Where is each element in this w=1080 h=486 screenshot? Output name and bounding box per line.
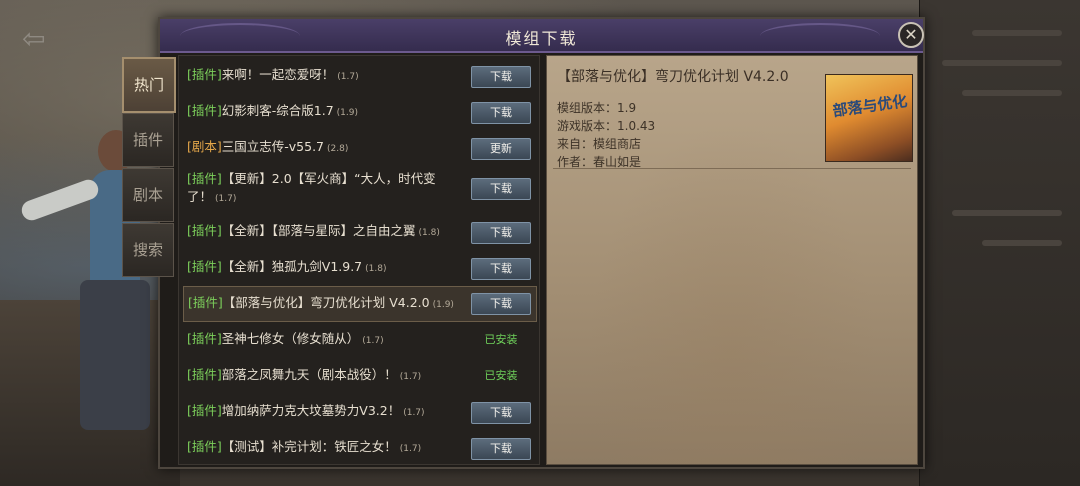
mod-detail-panel: 【部落与优化】弯刀优化计划 V4.2.0 模组版本：1.9 游戏版本：1.0.4… xyxy=(546,55,918,465)
mod-name: 【部落与优化】弯刀优化计划 V4.2.0 xyxy=(222,295,430,310)
mod-version: (2.8) xyxy=(327,144,349,154)
mod-row[interactable]: [插件]【全新】【部落与星际】之自由之翼 (1.8) 下载 xyxy=(183,216,535,250)
detail-divider xyxy=(553,168,911,169)
mod-tag: [插件] xyxy=(187,171,222,186)
download-button[interactable]: 下载 xyxy=(471,438,531,460)
mod-tag: [插件] xyxy=(187,367,222,382)
tab-plugins[interactable]: 插件 xyxy=(122,113,174,167)
download-button[interactable]: 下载 xyxy=(471,178,531,200)
back-arrow-icon[interactable]: ⇦ xyxy=(22,25,68,53)
mod-row[interactable]: [插件]部落之凤舞九天（剧本战役）！ (1.7) 已安装 xyxy=(183,360,535,394)
tab-hot[interactable]: 热门 xyxy=(122,57,176,113)
detail-mod-version: 模组版本：1.9 xyxy=(557,101,637,115)
dialog-titlebar: 模组下载 ✕ xyxy=(160,19,924,53)
download-button[interactable]: 下载 xyxy=(471,258,531,280)
dialog-title: 模组下载 xyxy=(505,29,578,48)
mod-row[interactable]: [插件]增加纳萨力克大坟墓势力V3.2！ (1.7) 下载 xyxy=(183,396,535,430)
mod-tag: [剧本] xyxy=(187,139,222,154)
background-side-panel xyxy=(919,0,1080,486)
mod-name: 三国立志传-v55.7 xyxy=(221,139,325,154)
thumbnail-text: 部落与优化 xyxy=(831,91,909,121)
installed-label: 已安装 xyxy=(484,333,518,346)
mod-row[interactable]: [插件]幻影刺客-综合版1.7 (1.9) 下载 xyxy=(183,96,535,130)
mod-row[interactable]: [插件]来啊！一起恋爱呀！ (1.7) 下载 xyxy=(183,60,535,94)
mod-name: 【全新】【部落与星际】之自由之翼 xyxy=(221,223,416,238)
detail-title: 【部落与优化】弯刀优化计划 V4.2.0 xyxy=(557,69,789,85)
download-button[interactable]: 下载 xyxy=(471,293,531,315)
mod-thumbnail: 部落与优化 xyxy=(825,74,913,162)
download-button[interactable]: 下载 xyxy=(471,102,531,124)
mod-name: 【全新】独孤九剑V1.9.7 xyxy=(221,259,363,274)
mod-version: (1.8) xyxy=(365,264,387,274)
mod-name: 圣神七修女（修女随从） xyxy=(221,331,360,346)
mod-tag: [插件] xyxy=(188,295,223,310)
mod-list: [插件]来啊！一起恋爱呀！ (1.7) 下载 [插件]幻影刺客-综合版1.7 (1.… xyxy=(178,55,540,465)
download-button[interactable]: 下载 xyxy=(471,66,531,88)
detail-game-version: 游戏版本：1.0.43 xyxy=(557,119,656,133)
mod-row[interactable]: [插件]【全新】独孤九剑V1.9.7 (1.8) 下载 xyxy=(183,252,535,286)
mod-name: 来啊！一起恋爱呀！ xyxy=(221,67,335,82)
tab-scripts[interactable]: 剧本 xyxy=(122,168,174,222)
mod-tag: [插件] xyxy=(187,331,222,346)
installed-label: 已安装 xyxy=(484,369,518,382)
mod-tag: [插件] xyxy=(187,67,222,82)
mod-version: (1.7) xyxy=(399,444,422,454)
mod-version: (1.7) xyxy=(403,408,425,418)
mod-version: (1.7) xyxy=(215,194,237,204)
mod-version: (1.9) xyxy=(432,300,454,310)
mod-tag: [插件] xyxy=(187,259,222,274)
detail-source: 来自：模组商店 xyxy=(557,137,642,151)
mod-version: (1.8) xyxy=(418,228,440,238)
mod-version: (1.9) xyxy=(336,108,358,118)
mod-row[interactable]: [插件]【更新】2.0【军火商】“大人，时代变了！ (1.7) 下载 xyxy=(183,168,535,212)
mod-row[interactable]: [插件]圣神七修女（修女随从） (1.7) 已安装 xyxy=(183,324,535,358)
mod-version: (1.7) xyxy=(362,336,384,346)
mod-tag: [插件] xyxy=(187,403,222,418)
mod-tag: [插件] xyxy=(187,439,222,454)
mod-name: 【测试】补完计划：铁匠之女！ xyxy=(221,439,397,454)
mod-row[interactable]: [插件]【测试】补完计划：铁匠之女！ (1.7) 下载 xyxy=(183,432,535,464)
mod-name: 部落之凤舞九天（剧本战役）！ xyxy=(221,367,397,382)
mod-name: 幻影刺客-综合版1.7 xyxy=(221,103,334,118)
tab-search[interactable]: 搜索 xyxy=(122,223,174,277)
mod-tag: [插件] xyxy=(187,103,222,118)
mod-tag: [插件] xyxy=(187,223,222,238)
mod-row[interactable]: [剧本]三国立志传-v55.7 (2.8) 更新 xyxy=(183,132,535,166)
mod-name: 增加纳萨力克大坟墓势力V3.2！ xyxy=(221,403,401,418)
close-button[interactable]: ✕ xyxy=(898,22,924,48)
download-button[interactable]: 下载 xyxy=(471,402,531,424)
update-button[interactable]: 更新 xyxy=(471,138,531,160)
mod-row-selected[interactable]: [插件]【部落与优化】弯刀优化计划 V4.2.0 (1.9) 下载 xyxy=(183,286,537,322)
mod-version: (1.7) xyxy=(399,372,422,382)
download-button[interactable]: 下载 xyxy=(471,222,531,244)
mod-download-dialog: 模组下载 ✕ 热门 插件 剧本 搜索 [插件]来啊！一起恋爱呀！ (1.7) 下载… xyxy=(122,17,925,469)
mod-version: (1.7) xyxy=(337,72,359,82)
